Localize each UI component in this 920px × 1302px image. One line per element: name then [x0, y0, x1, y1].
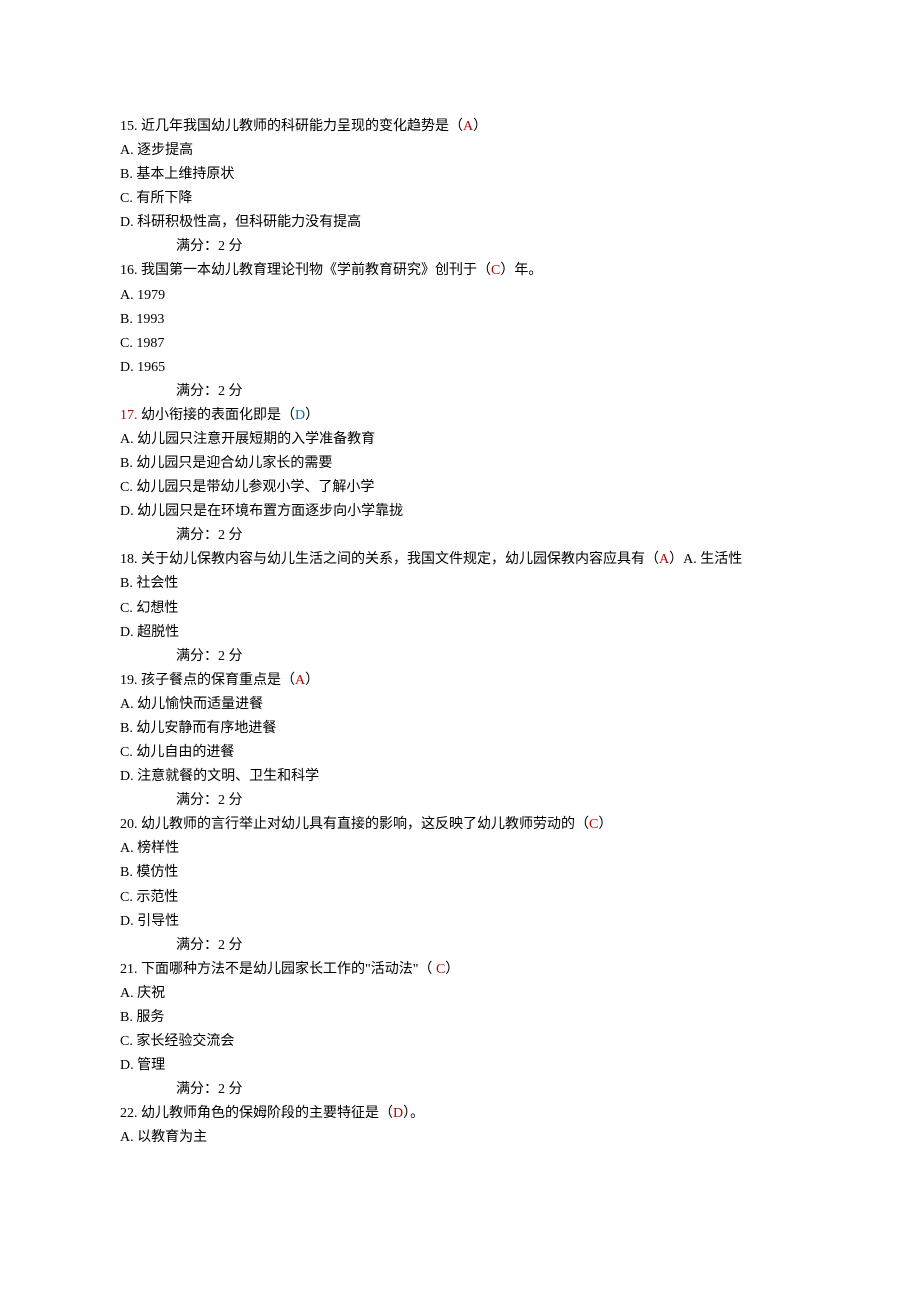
option: A. 以教育为主: [120, 1126, 800, 1150]
option: B. 社会性: [120, 572, 800, 596]
question-text: 20. 幼儿教师的言行举止对幼儿具有直接的影响，这反映了幼儿教师劳动的（C）: [120, 813, 800, 837]
question-text: 18. 关于幼儿保教内容与幼儿生活之间的关系，我国文件规定，幼儿园保教内容应具有…: [120, 548, 800, 572]
question-block: 16. 我国第一本幼儿教育理论刊物《学前教育研究》创刊于（C）年。A. 1979…: [120, 259, 800, 403]
option: B. 幼儿园只是迎合幼儿家长的需要: [120, 452, 800, 476]
option: A. 幼儿愉快而适量进餐: [120, 693, 800, 717]
question-stem-after: ）年。: [500, 263, 542, 278]
option: C. 1987: [120, 332, 800, 356]
option: D. 引导性: [120, 910, 800, 934]
question-stem: 关于幼儿保教内容与幼儿生活之间的关系，我国文件规定，幼儿园保教内容应具有（: [141, 552, 659, 567]
question-number: 22.: [120, 1106, 138, 1121]
option: D. 1965: [120, 356, 800, 380]
score-line: 满分：2 分: [120, 235, 800, 259]
question-number: 17.: [120, 408, 138, 423]
option: A. 庆祝: [120, 982, 800, 1006]
score-line: 满分：2 分: [120, 934, 800, 958]
answer-letter: D: [393, 1106, 403, 1121]
question-stem: 幼小衔接的表面化即是（: [141, 408, 295, 423]
answer-letter: D: [295, 408, 305, 423]
option: A. 幼儿园只注意开展短期的入学准备教育: [120, 428, 800, 452]
question-number: 18.: [120, 552, 138, 567]
option: C. 幼儿自由的进餐: [120, 741, 800, 765]
answer-letter: C: [491, 263, 500, 278]
option: C. 家长经验交流会: [120, 1030, 800, 1054]
question-stem-after: ）: [473, 119, 487, 134]
answer-letter: A: [463, 119, 473, 134]
option: D. 科研积极性高，但科研能力没有提高: [120, 211, 800, 235]
question-block: 22. 幼儿教师角色的保姆阶段的主要特征是（D）。A. 以教育为主: [120, 1102, 800, 1150]
question-stem-after: ）: [305, 408, 319, 423]
question-text: 19. 孩子餐点的保育重点是（A）: [120, 669, 800, 693]
question-stem-after: ）: [598, 817, 612, 832]
question-number: 21.: [120, 962, 138, 977]
question-block: 17. 幼小衔接的表面化即是（D）A. 幼儿园只注意开展短期的入学准备教育B. …: [120, 404, 800, 548]
score-line: 满分：2 分: [120, 524, 800, 548]
question-stem-after: ）: [445, 962, 459, 977]
option: C. 幼儿园只是带幼儿参观小学、了解小学: [120, 476, 800, 500]
answer-letter: C: [589, 817, 598, 832]
question-text: 21. 下面哪种方法不是幼儿园家长工作的"活动法"（ C）: [120, 958, 800, 982]
question-block: 20. 幼儿教师的言行举止对幼儿具有直接的影响，这反映了幼儿教师劳动的（C）A.…: [120, 813, 800, 957]
question-text: 16. 我国第一本幼儿教育理论刊物《学前教育研究》创刊于（C）年。: [120, 259, 800, 283]
question-number: 20.: [120, 817, 138, 832]
answer-letter: C: [436, 962, 445, 977]
question-stem: 幼儿教师的言行举止对幼儿具有直接的影响，这反映了幼儿教师劳动的（: [141, 817, 589, 832]
question-stem: 下面哪种方法不是幼儿园家长工作的"活动法"（: [141, 962, 436, 977]
option: C. 幻想性: [120, 597, 800, 621]
question-number: 15.: [120, 119, 138, 134]
score-line: 满分：2 分: [120, 789, 800, 813]
question-block: 21. 下面哪种方法不是幼儿园家长工作的"活动法"（ C）A. 庆祝B. 服务C…: [120, 958, 800, 1102]
option: A. 1979: [120, 284, 800, 308]
option: C. 有所下降: [120, 187, 800, 211]
score-line: 满分：2 分: [120, 380, 800, 404]
question-number: 16.: [120, 263, 138, 278]
question-stem-after: ）。: [403, 1106, 424, 1121]
question-text: 17. 幼小衔接的表面化即是（D）: [120, 404, 800, 428]
question-stem: 近几年我国幼儿教师的科研能力呈现的变化趋势是（: [141, 119, 463, 134]
question-stem: 我国第一本幼儿教育理论刊物《学前教育研究》创刊于（: [141, 263, 491, 278]
option: B. 1993: [120, 308, 800, 332]
option: D. 管理: [120, 1054, 800, 1078]
question-stem-after: ）A. 生活性: [669, 552, 742, 567]
question-stem: 幼儿教师角色的保姆阶段的主要特征是（: [141, 1106, 393, 1121]
option: D. 超脱性: [120, 621, 800, 645]
option: D. 幼儿园只是在环境布置方面逐步向小学靠拢: [120, 500, 800, 524]
score-line: 满分：2 分: [120, 1078, 800, 1102]
option: A. 逐步提高: [120, 139, 800, 163]
option: B. 服务: [120, 1006, 800, 1030]
option: B. 幼儿安静而有序地进餐: [120, 717, 800, 741]
option: D. 注意就餐的文明、卫生和科学: [120, 765, 800, 789]
answer-letter: A: [659, 552, 669, 567]
option: A. 榜样性: [120, 837, 800, 861]
option: B. 基本上维持原状: [120, 163, 800, 187]
question-stem: 孩子餐点的保育重点是（: [141, 673, 295, 688]
question-block: 19. 孩子餐点的保育重点是（A）A. 幼儿愉快而适量进餐B. 幼儿安静而有序地…: [120, 669, 800, 813]
answer-letter: A: [295, 673, 305, 688]
question-number: 19.: [120, 673, 138, 688]
option: C. 示范性: [120, 886, 800, 910]
question-text: 15. 近几年我国幼儿教师的科研能力呈现的变化趋势是（A）: [120, 115, 800, 139]
question-text: 22. 幼儿教师角色的保姆阶段的主要特征是（D）。: [120, 1102, 800, 1126]
question-stem-after: ）: [305, 673, 319, 688]
question-block: 15. 近几年我国幼儿教师的科研能力呈现的变化趋势是（A）A. 逐步提高B. 基…: [120, 115, 800, 259]
option: B. 模仿性: [120, 861, 800, 885]
score-line: 满分：2 分: [120, 645, 800, 669]
question-block: 18. 关于幼儿保教内容与幼儿生活之间的关系，我国文件规定，幼儿园保教内容应具有…: [120, 548, 800, 668]
